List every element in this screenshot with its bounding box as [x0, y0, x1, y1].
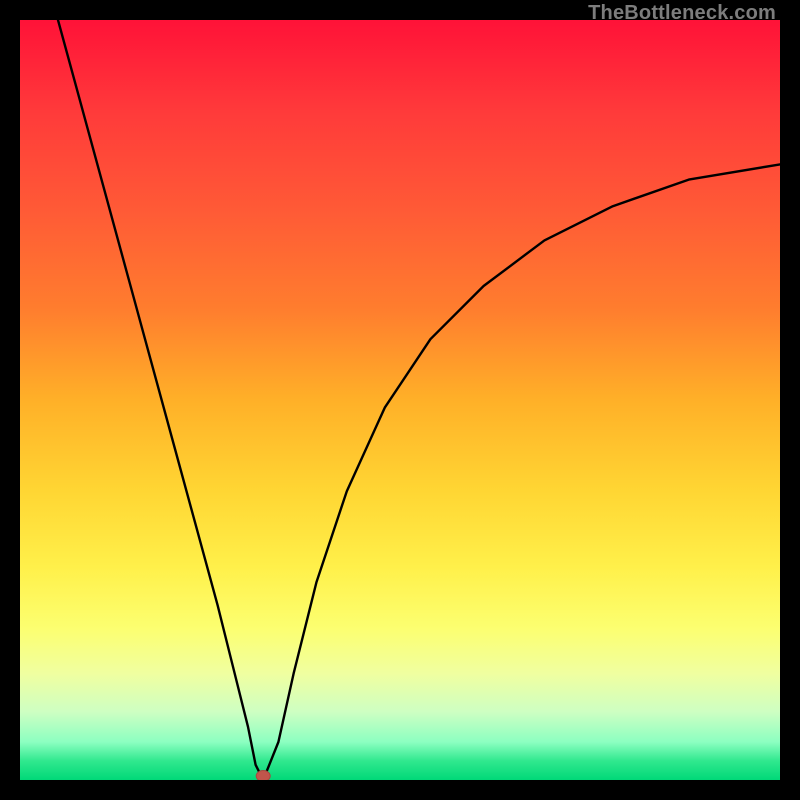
chart-frame — [20, 20, 780, 780]
optimal-point-marker — [256, 771, 270, 781]
bottleneck-chart — [20, 20, 780, 780]
gradient-background — [20, 20, 780, 780]
watermark-text: TheBottleneck.com — [588, 2, 776, 25]
